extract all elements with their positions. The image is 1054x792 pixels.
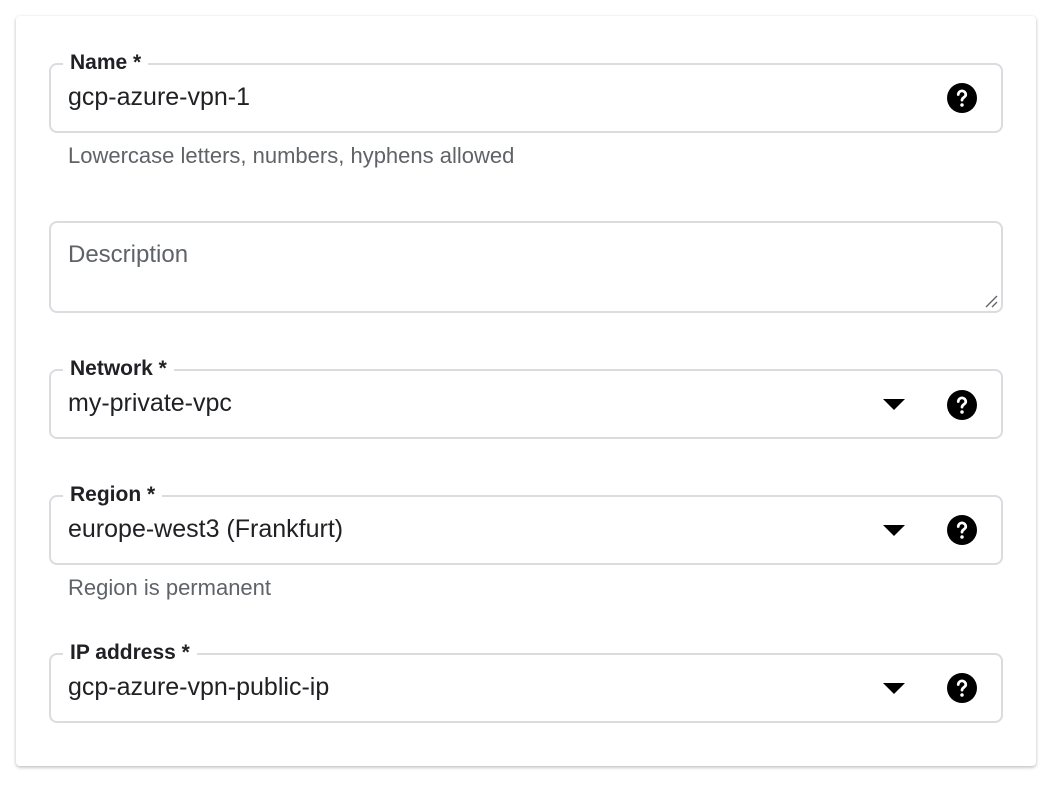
caret-down-icon[interactable] [883, 683, 905, 695]
ip-address-label: IP address * [63, 639, 197, 667]
description-field[interactable]: Description [49, 221, 1003, 313]
ip-address-value[interactable]: gcp-azure-vpn-public-ip [68, 673, 329, 702]
help-circle-icon[interactable] [947, 673, 977, 703]
name-value[interactable]: gcp-azure-vpn-1 [68, 83, 250, 112]
help-circle-icon[interactable] [947, 390, 977, 420]
caret-down-icon[interactable] [883, 525, 905, 537]
name-hint: Lowercase letters, numbers, hyphens allo… [68, 143, 515, 168]
region-label: Region * [63, 481, 163, 509]
ip-address-select[interactable]: IP address * gcp-azure-vpn-public-ip [49, 639, 1003, 723]
caret-down-icon[interactable] [883, 399, 905, 411]
name-label: Name * [63, 49, 149, 77]
resize-handle-icon[interactable] [983, 293, 999, 309]
name-field[interactable]: Name * gcp-azure-vpn-1 [49, 49, 1003, 133]
region-hint: Region is permanent [68, 575, 272, 600]
network-label: Network * [63, 355, 174, 383]
description-placeholder[interactable]: Description [68, 241, 188, 269]
region-value[interactable]: europe-west3 (Frankfurt) [68, 515, 343, 544]
help-circle-icon[interactable] [947, 515, 977, 545]
network-select[interactable]: Network * my-private-vpc [49, 355, 1003, 439]
region-select[interactable]: Region * europe-west3 (Frankfurt) [49, 481, 1003, 565]
help-circle-icon[interactable] [947, 83, 977, 113]
network-value[interactable]: my-private-vpc [68, 389, 232, 418]
